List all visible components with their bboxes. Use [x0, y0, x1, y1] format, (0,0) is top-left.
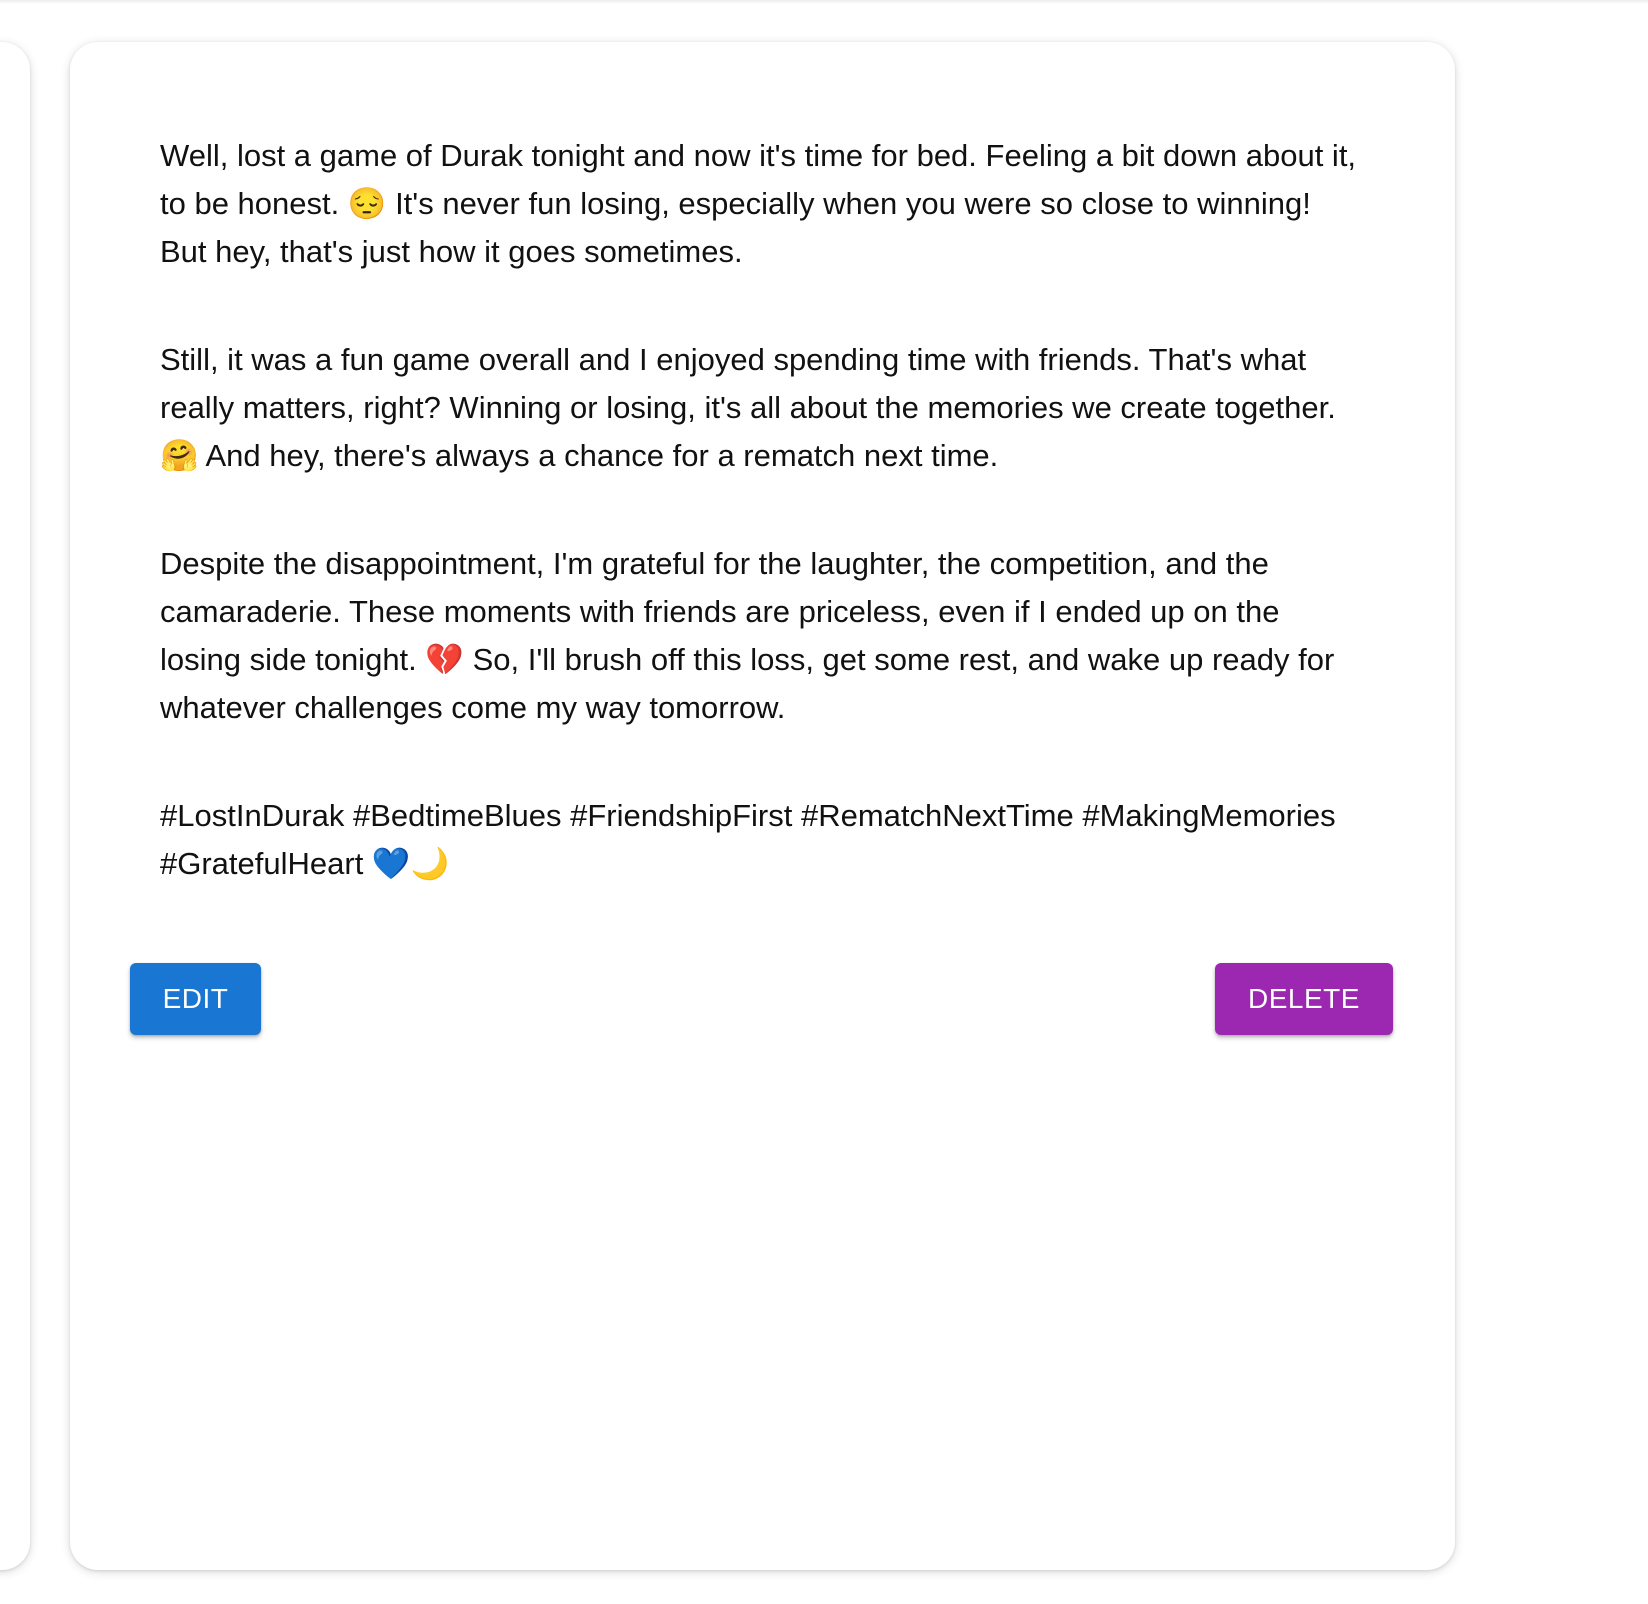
- previous-post-card: [0, 42, 30, 1570]
- post-body: Well, lost a game of Durak tonight and n…: [160, 132, 1360, 888]
- post-hashtags: #LostInDurak #BedtimeBlues #FriendshipFi…: [160, 798, 1336, 881]
- delete-button[interactable]: DELETE: [1215, 963, 1393, 1035]
- post-paragraph-1: Well, lost a game of Durak tonight and n…: [160, 138, 1357, 269]
- top-divider: [0, 0, 1648, 4]
- post-paragraph-2: Still, it was a fun game overall and I e…: [160, 342, 1336, 473]
- post-paragraph-3: Despite the disappointment, I'm grateful…: [160, 546, 1335, 725]
- edit-button[interactable]: EDIT: [130, 963, 261, 1035]
- post-card: Well, lost a game of Durak tonight and n…: [70, 42, 1455, 1570]
